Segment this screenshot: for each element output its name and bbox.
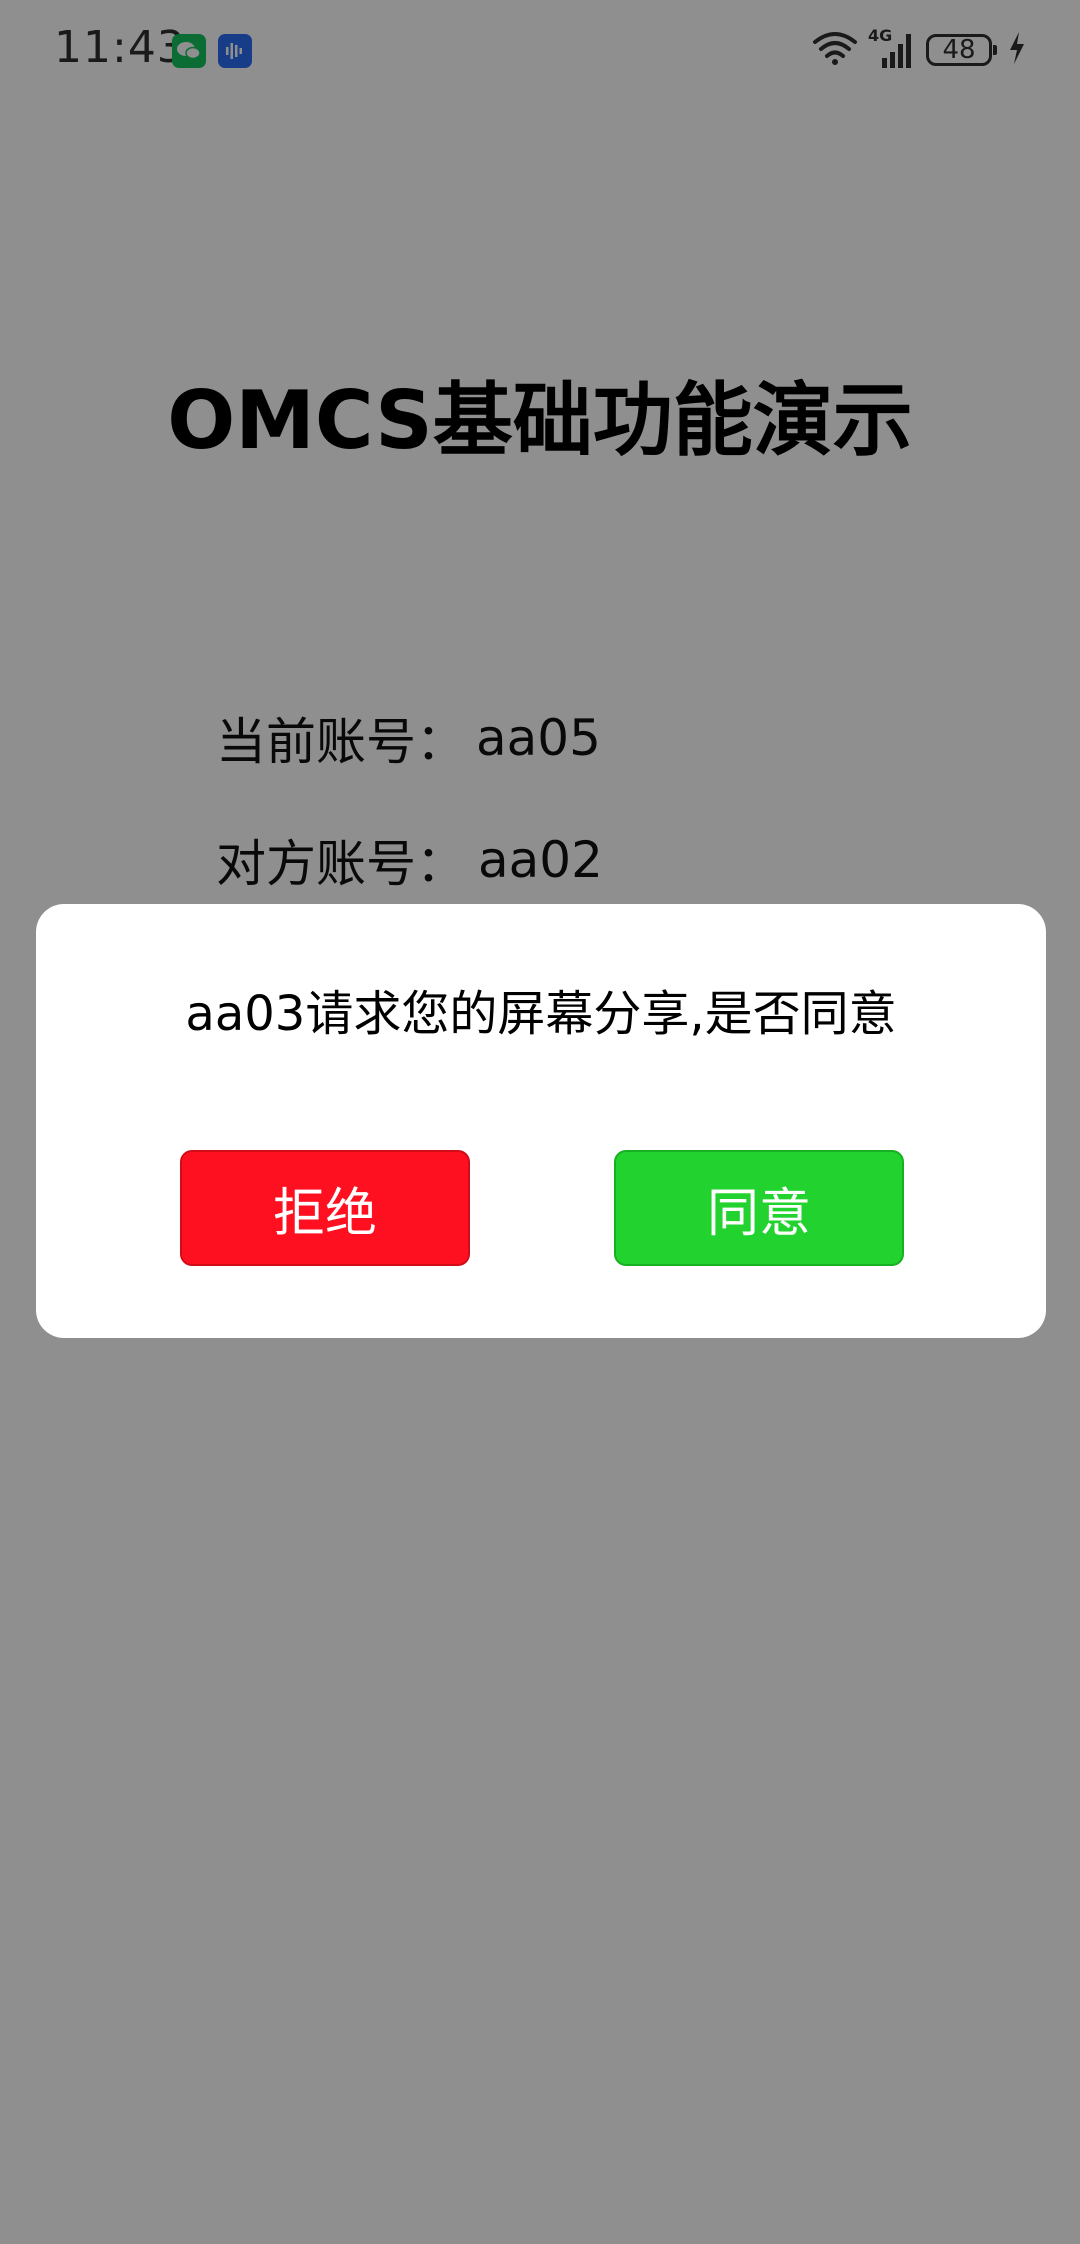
accept-button-label: 同意 bbox=[706, 1183, 811, 1244]
reject-button[interactable]: 拒绝 bbox=[180, 1150, 470, 1266]
dialog-message: aa03请求您的屏幕分享,是否同意 bbox=[185, 986, 897, 1042]
accept-button[interactable]: 同意 bbox=[614, 1150, 904, 1266]
reject-button-label: 拒绝 bbox=[272, 1183, 377, 1244]
screen-share-request-dialog: aa03请求您的屏幕分享,是否同意 拒绝 同意 bbox=[36, 904, 1046, 1338]
